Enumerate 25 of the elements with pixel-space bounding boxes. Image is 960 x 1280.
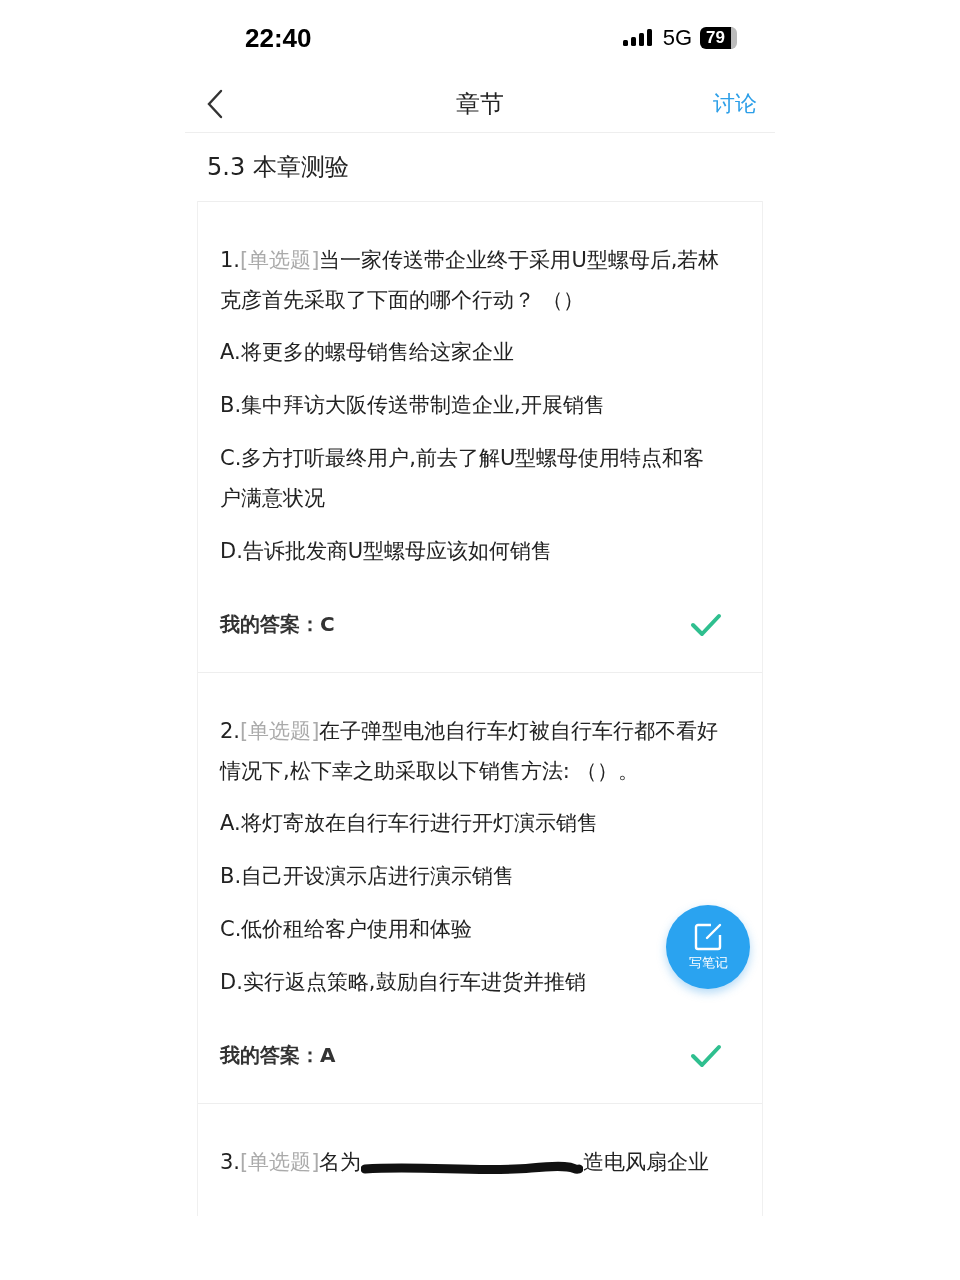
question-text: 3.[单选题]名为: [220, 1149, 362, 1176]
answer-option: A.将灯寄放在自行车行进行开灯演示销售: [220, 803, 598, 843]
back-button[interactable]: [205, 87, 225, 121]
signal-icon: [622, 29, 655, 47]
battery-icon: 79: [700, 27, 737, 49]
my-answer: 我的答案：C: [220, 611, 335, 638]
network-label: 5G: [662, 25, 693, 51]
edit-icon: [693, 922, 723, 952]
answer-option: D.实行返点策略,鼓励自行车进货并推销: [220, 962, 586, 1002]
question-text: 造电风扇企业: [583, 1149, 710, 1176]
section-title: 5.3 本章测验: [206, 152, 350, 183]
answer-option: A.将更多的螺母销售给这家企业: [220, 332, 514, 372]
page-title: 章节: [456, 89, 504, 120]
question-text: 2.[单选题]在子弹型电池自行车灯被自行车行都不看好情况下,松下幸之助采取以下销售方法: （）。: [220, 718, 720, 785]
status-time: 22:40: [245, 22, 312, 54]
question-text: 1.[单选题]当一家传送带企业终于采用U型螺母后,若林克彦首先采取了下面的哪个行动？ （）: [220, 247, 721, 314]
write-note-button[interactable]: 写笔记: [666, 905, 750, 989]
answer-option: B.集中拜访大阪传送带制造企业,开展销售: [220, 385, 605, 425]
my-answer: 我的答案：A: [220, 1042, 336, 1069]
answer-option: C.多方打听最终用户,前去了解U型螺母使用特点和客户满意状况: [220, 438, 722, 518]
answer-option: B.自己开设演示店进行演示销售: [220, 856, 515, 896]
answer-option: C.低价租给客户使用和体验: [220, 909, 473, 949]
answer-option: D.告诉批发商U型螺母应该如何销售: [220, 531, 553, 571]
back-icon: [207, 89, 223, 119]
discussion-link[interactable]: 讨论: [713, 89, 757, 119]
